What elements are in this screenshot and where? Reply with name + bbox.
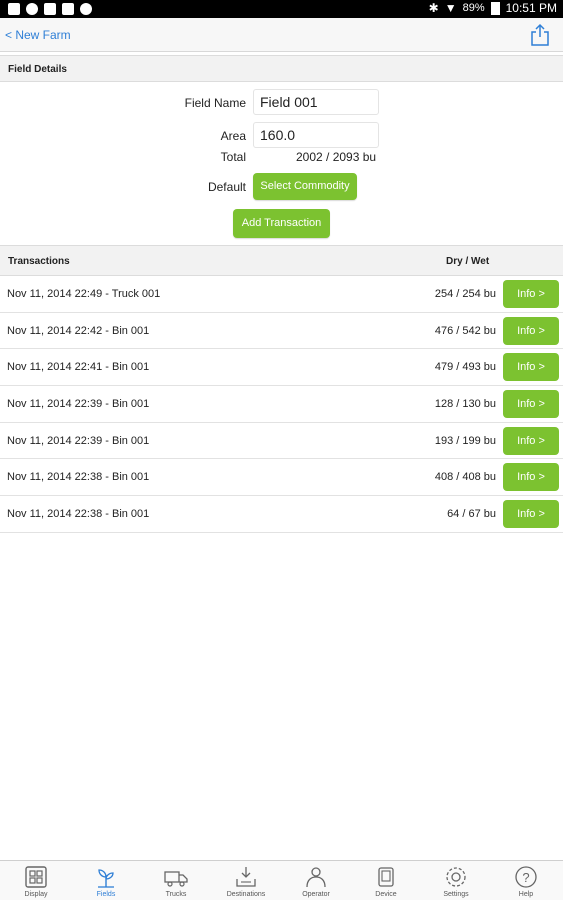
tab-device[interactable]: Device xyxy=(351,861,421,900)
info-button[interactable]: Info > xyxy=(503,500,559,529)
bluetooth-icon: ✱ xyxy=(428,1,439,15)
area-input[interactable]: 160.0 xyxy=(253,122,379,148)
transaction-row: Nov 11, 2014 22:38 - Bin 001 408 / 408 b… xyxy=(0,459,563,497)
default-label: Default xyxy=(207,180,246,194)
share-icon[interactable] xyxy=(530,23,550,47)
tab-label: Help xyxy=(518,891,534,898)
info-button[interactable]: Info > xyxy=(503,353,559,382)
screen: ✱ ▼ 89% 10:51 PM < New Farm Field Detail… xyxy=(0,0,563,900)
tab-label: Trucks xyxy=(165,891,187,898)
tab-trucks[interactable]: Trucks xyxy=(141,861,211,900)
transaction-quantity: 476 / 542 bu xyxy=(434,324,496,337)
field-name-input[interactable]: Field 001 xyxy=(253,89,379,115)
info-button[interactable]: Info > xyxy=(503,390,559,419)
dry-wet-header: Dry / Wet xyxy=(446,256,490,267)
navigation-bar: < New Farm xyxy=(0,18,563,52)
info-button[interactable]: Info > xyxy=(503,280,559,308)
tab-operator[interactable]: Operator xyxy=(281,861,351,900)
tab-destinations[interactable]: Destinations xyxy=(211,861,281,900)
transaction-description: Nov 11, 2014 22:42 - Bin 001 xyxy=(7,324,150,337)
tab-help[interactable]: ? Help xyxy=(491,861,561,900)
transaction-description: Nov 11, 2014 22:41 - Bin 001 xyxy=(7,361,150,374)
display-icon xyxy=(25,866,47,888)
sync-icon xyxy=(80,3,92,15)
info-button[interactable]: Info > xyxy=(503,316,559,345)
field-name-label: Field Name xyxy=(184,96,246,110)
transaction-list: Nov 11, 2014 22:49 - Truck 001 254 / 254… xyxy=(0,276,563,533)
transaction-quantity: 408 / 408 bu xyxy=(434,471,496,484)
cloud-icon xyxy=(26,3,38,15)
transaction-quantity: 254 / 254 bu xyxy=(434,288,496,300)
total-label: Total xyxy=(220,150,246,164)
transaction-row: Nov 11, 2014 22:42 - Bin 001 476 / 542 b… xyxy=(0,312,563,350)
transaction-quantity: 193 / 199 bu xyxy=(434,434,496,447)
total-value: 2002 / 2093 bu xyxy=(296,150,377,164)
info-button[interactable]: Info > xyxy=(503,426,559,455)
warning-icon xyxy=(62,3,74,15)
tab-settings[interactable]: Settings xyxy=(421,861,491,900)
operator-icon xyxy=(306,867,326,888)
status-bar: ✱ ▼ 89% 10:51 PM xyxy=(0,0,563,18)
transaction-row: Nov 11, 2014 22:39 - Bin 001 128 / 130 b… xyxy=(0,386,563,423)
plant-icon xyxy=(98,869,114,888)
transaction-quantity: 64 / 67 bu xyxy=(447,508,496,521)
transactions-title: Transactions xyxy=(8,256,70,267)
back-button[interactable]: < New Farm xyxy=(5,28,71,42)
tab-label: Device xyxy=(375,891,397,898)
device-icon xyxy=(378,867,394,887)
field-details-header: Field Details xyxy=(0,55,563,82)
transaction-row: Nov 11, 2014 22:41 - Bin 001 479 / 493 b… xyxy=(0,349,563,387)
transaction-description: Nov 11, 2014 22:39 - Bin 001 xyxy=(7,398,150,411)
tab-bar: Display Fields Trucks Destinations Opera… xyxy=(0,860,563,900)
notification-icons xyxy=(8,3,92,15)
battery-icon xyxy=(490,1,500,15)
wifi-icon: ▼ xyxy=(444,1,457,15)
tab-label: Operator xyxy=(302,891,330,898)
transaction-row: Nov 11, 2014 22:38 - Bin 001 64 / 67 bu … xyxy=(0,496,563,533)
help-icon: ? xyxy=(515,866,537,888)
clock: 10:51 PM xyxy=(505,1,557,15)
tab-display[interactable]: Display xyxy=(1,861,71,900)
transaction-description: Nov 11, 2014 22:39 - Bin 001 xyxy=(7,434,150,447)
tab-label: Display xyxy=(24,891,48,898)
notification-icon xyxy=(8,3,20,15)
battery-percent: 89% xyxy=(462,2,485,14)
transaction-description: Nov 11, 2014 22:49 - Truck 001 xyxy=(7,288,161,300)
tab-fields[interactable]: Fields xyxy=(71,861,141,900)
image-icon xyxy=(44,3,56,15)
field-details-title: Field Details xyxy=(8,64,67,75)
transactions-header: Transactions Dry / Wet xyxy=(0,245,563,276)
add-transaction-button[interactable]: Add Transaction xyxy=(233,209,330,238)
info-button[interactable]: Info > xyxy=(503,463,559,492)
transaction-quantity: 128 / 130 bu xyxy=(434,398,496,411)
transaction-row: Nov 11, 2014 22:39 - Bin 001 193 / 199 b… xyxy=(0,422,563,460)
transaction-description: Nov 11, 2014 22:38 - Bin 001 xyxy=(7,471,150,484)
svg-text:?: ? xyxy=(522,870,529,885)
transaction-row: Nov 11, 2014 22:49 - Truck 001 254 / 254… xyxy=(0,276,563,313)
status-right: ✱ ▼ 89% 10:51 PM xyxy=(429,1,557,15)
gear-icon xyxy=(446,867,466,887)
truck-icon xyxy=(164,871,188,887)
transaction-description: Nov 11, 2014 22:38 - Bin 001 xyxy=(7,508,150,521)
area-label: Area xyxy=(220,129,246,143)
destination-icon xyxy=(236,867,256,887)
tab-label: Fields xyxy=(96,891,116,898)
select-commodity-button[interactable]: Select Commodity xyxy=(253,173,357,200)
tab-label: Destinations xyxy=(226,891,266,898)
transaction-quantity: 479 / 493 bu xyxy=(434,361,496,374)
tab-label: Settings xyxy=(443,891,469,898)
